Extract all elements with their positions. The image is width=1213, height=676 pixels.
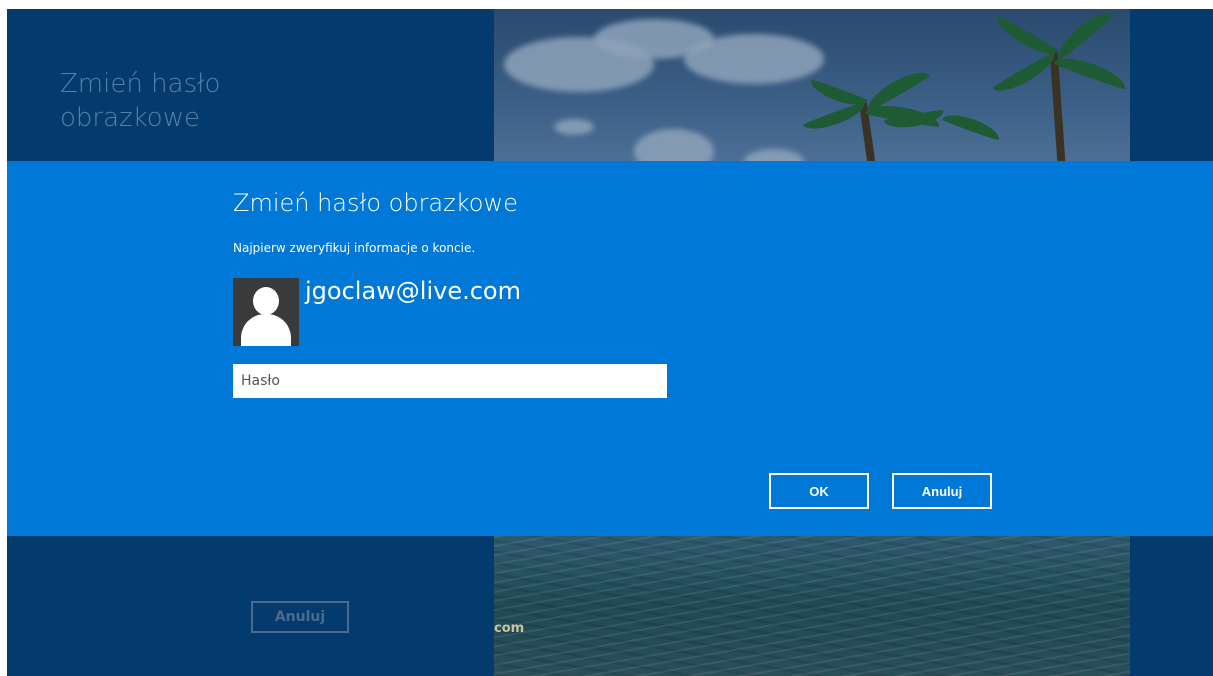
verify-account-dialog: Zmień hasło obrazkowe Najpierw zweryfiku…: [7, 161, 1213, 536]
background-cancel-button[interactable]: Anuluj: [251, 601, 349, 633]
watermark-text: com: [494, 621, 525, 636]
dialog-title: Zmień hasło obrazkowe: [233, 189, 518, 217]
password-input[interactable]: [233, 364, 667, 398]
user-avatar-icon: [233, 278, 299, 346]
picture-password-screen: Zmień hasło obrazkowe com Anuluj Zmień h…: [7, 9, 1213, 676]
dialog-subtitle: Najpierw zweryfikuj informacje o koncie.: [233, 241, 476, 255]
ok-button[interactable]: OK: [769, 473, 869, 509]
account-email: jgoclaw@live.com: [305, 277, 521, 305]
sea: [494, 536, 1130, 676]
cancel-button[interactable]: Anuluj: [892, 473, 992, 509]
background-title: Zmień hasło obrazkowe: [60, 69, 221, 133]
sky: [494, 9, 1130, 180]
